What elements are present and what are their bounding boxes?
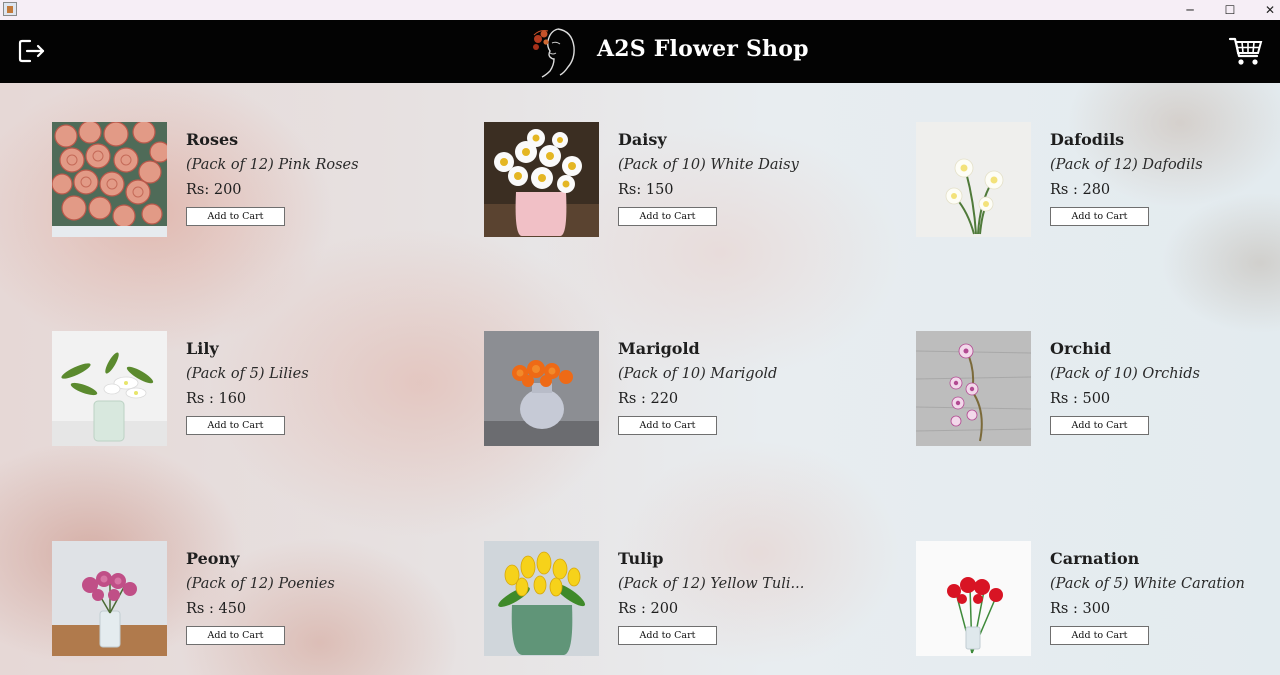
product-card-tulip: Tulip (Pack of 12) Yellow Tuli... Rs : 2…	[484, 541, 844, 661]
product-name: Tulip	[618, 549, 664, 568]
product-price: Rs : 300	[1050, 601, 1111, 617]
roses-image[interactable]	[52, 122, 167, 237]
product-price: Rs : 280	[1050, 182, 1111, 198]
daisy-image[interactable]	[484, 122, 599, 237]
product-card-orchid: Orchid (Pack of 10) Orchids Rs : 500 Add…	[916, 331, 1276, 451]
add-to-cart-button[interactable]: Add to Cart	[618, 416, 717, 435]
cart-icon[interactable]	[1228, 34, 1264, 68]
carnation-image[interactable]	[916, 541, 1031, 656]
product-card-carnation: Carnation (Pack of 5) White Caration Rs …	[916, 541, 1276, 661]
product-description: (Pack of 12) Pink Roses	[186, 157, 359, 173]
product-name: Carnation	[1050, 549, 1140, 568]
floral-woman-logo-icon	[528, 23, 584, 79]
product-name: Orchid	[1050, 339, 1112, 358]
product-name: Lily	[186, 339, 219, 358]
tulip-image[interactable]	[484, 541, 599, 656]
add-to-cart-button[interactable]: Add to Cart	[1050, 207, 1149, 226]
product-description: (Pack of 12) Dafodils	[1050, 157, 1203, 173]
product-description: (Pack of 10) Marigold	[618, 366, 778, 382]
product-price: Rs : 450	[186, 601, 247, 617]
product-card-marigold: Marigold (Pack of 10) Marigold Rs : 220 …	[484, 331, 844, 451]
add-to-cart-button[interactable]: Add to Cart	[618, 207, 717, 226]
product-name: Dafodils	[1050, 130, 1125, 149]
product-card-lily: Lily (Pack of 5) Lilies Rs : 160 Add to …	[52, 331, 412, 451]
add-to-cart-button[interactable]: Add to Cart	[186, 416, 285, 435]
minimize-button[interactable]: ─	[1170, 0, 1210, 20]
shop-title: A2S Flower Shop	[597, 36, 809, 62]
product-card-roses: Roses (Pack of 12) Pink Roses Rs: 200 Ad…	[52, 122, 412, 242]
product-description: (Pack of 5) White Caration	[1050, 576, 1245, 592]
orchid-image[interactable]	[916, 331, 1031, 446]
add-to-cart-button[interactable]: Add to Cart	[618, 626, 717, 645]
product-name: Daisy	[618, 130, 667, 149]
add-to-cart-button[interactable]: Add to Cart	[186, 207, 285, 226]
close-button[interactable]: ✕	[1250, 0, 1280, 20]
product-description: (Pack of 12) Yellow Tuli...	[618, 576, 805, 592]
product-name: Roses	[186, 130, 239, 149]
add-to-cart-button[interactable]: Add to Cart	[1050, 626, 1149, 645]
product-name: Peony	[186, 549, 240, 568]
maximize-button[interactable]: ☐	[1210, 0, 1250, 20]
java-app-icon	[3, 2, 17, 16]
marigold-image[interactable]	[484, 331, 599, 446]
lily-image[interactable]	[52, 331, 167, 446]
add-to-cart-button[interactable]: Add to Cart	[186, 626, 285, 645]
product-price: Rs: 150	[618, 182, 674, 198]
product-card-daisy: Daisy (Pack of 10) White Daisy Rs: 150 A…	[484, 122, 844, 242]
product-description: (Pack of 10) Orchids	[1050, 366, 1200, 382]
product-card-dafodils: Dafodils (Pack of 12) Dafodils Rs : 280 …	[916, 122, 1276, 242]
product-price: Rs : 160	[186, 391, 247, 407]
product-price: Rs : 500	[1050, 391, 1111, 407]
dafodils-image[interactable]	[916, 122, 1031, 237]
product-name: Marigold	[618, 339, 700, 358]
add-to-cart-button[interactable]: Add to Cart	[1050, 416, 1149, 435]
window-titlebar: ─ ☐ ✕	[0, 0, 1280, 20]
product-price: Rs: 200	[186, 182, 242, 198]
product-price: Rs : 200	[618, 601, 679, 617]
product-description: (Pack of 12) Poenies	[186, 576, 335, 592]
product-grid: Roses (Pack of 12) Pink Roses Rs: 200 Ad…	[0, 83, 1280, 675]
logout-icon[interactable]	[16, 36, 48, 66]
peony-image[interactable]	[52, 541, 167, 656]
product-price: Rs : 220	[618, 391, 679, 407]
product-description: (Pack of 10) White Daisy	[618, 157, 799, 173]
app-header: A2S Flower Shop	[0, 20, 1280, 83]
product-card-peony: Peony (Pack of 12) Poenies Rs : 450 Add …	[52, 541, 412, 661]
product-description: (Pack of 5) Lilies	[186, 366, 309, 382]
